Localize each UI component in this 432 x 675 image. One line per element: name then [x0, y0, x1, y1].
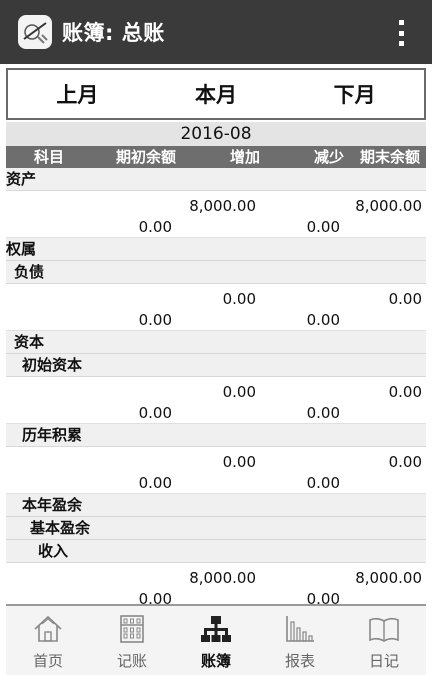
value-begin: 0.00 — [138, 474, 172, 492]
value-decrease: 0.00 — [306, 404, 340, 422]
month-selector: 上月 本月 下月 — [6, 68, 426, 120]
section-liabilities[interactable]: 负债 — [6, 261, 426, 284]
home-icon — [34, 615, 62, 642]
col-subject: 科目 — [34, 148, 65, 166]
nav-diary-label: 日记 — [368, 652, 399, 670]
value-increase: 0.00 — [222, 290, 256, 308]
value-increase: 0.00 — [222, 383, 256, 401]
section-income[interactable]: 收入 — [6, 540, 426, 563]
nav-diary[interactable]: 日记 — [342, 606, 426, 675]
col-end: 期末余额 — [359, 148, 420, 166]
ledger-content[interactable]: 2016-08 科目 期初余额 增加 减少 期末余额 资产 8,000.00 8… — [6, 122, 426, 610]
col-begin: 期初余额 — [115, 148, 176, 166]
hierarchy-icon — [201, 616, 231, 642]
app-bar: 账簿: 总账 — [0, 0, 432, 64]
section-retained[interactable]: 历年积累 — [6, 424, 426, 447]
section-initial-capital[interactable]: 初始资本 — [6, 354, 426, 377]
section-equity[interactable]: 权属 — [6, 238, 426, 261]
app-logo-icon — [18, 15, 52, 49]
table-row: 8,000.00 8,000.00 0.00 0.00 — [6, 563, 426, 610]
table-row: 0.00 0.00 0.00 0.00 — [6, 377, 426, 424]
nav-ledger[interactable]: 账簿 — [174, 606, 258, 675]
value-decrease: 0.00 — [306, 311, 340, 329]
next-month-button[interactable]: 下月 — [285, 70, 424, 118]
nav-ledger-label: 账簿 — [200, 652, 231, 670]
section-basic-surplus[interactable]: 基本盈余 — [6, 517, 426, 540]
value-increase: 8,000.00 — [189, 197, 256, 215]
abacus-icon — [120, 615, 144, 643]
value-begin: 0.00 — [138, 404, 172, 422]
table-row: 8,000.00 8,000.00 0.00 0.00 — [6, 191, 426, 238]
period-label: 2016-08 — [6, 122, 426, 146]
nav-journal-label: 记账 — [116, 652, 147, 670]
nav-report-label: 报表 — [284, 652, 315, 670]
value-end: 0.00 — [388, 290, 422, 308]
nav-journal[interactable]: 记账 — [90, 606, 174, 675]
nav-home-label: 首页 — [32, 652, 63, 670]
value-increase: 0.00 — [222, 453, 256, 471]
value-begin: 0.00 — [138, 218, 172, 236]
app-title: 账簿: 总账 — [62, 21, 165, 45]
nav-report[interactable]: 报表 — [258, 606, 342, 675]
column-header: 科目 期初余额 增加 减少 期末余额 — [6, 146, 426, 168]
bottom-nav: 首页 记账 账簿 报表 日记 — [6, 604, 426, 675]
table-row: 0.00 0.00 0.00 0.00 — [6, 447, 426, 494]
book-icon — [369, 617, 399, 642]
value-begin: 0.00 — [138, 311, 172, 329]
bar-chart-icon — [286, 616, 314, 642]
value-end: 0.00 — [388, 383, 422, 401]
col-decrease: 减少 — [313, 148, 344, 166]
value-end: 8,000.00 — [355, 197, 422, 215]
col-increase: 增加 — [229, 148, 260, 166]
section-capital[interactable]: 资本 — [6, 331, 426, 354]
value-increase: 8,000.00 — [189, 569, 256, 587]
prev-month-button[interactable]: 上月 — [8, 70, 147, 118]
value-end: 8,000.00 — [355, 569, 422, 587]
nav-home[interactable]: 首页 — [6, 606, 90, 675]
table-row: 0.00 0.00 0.00 0.00 — [6, 284, 426, 331]
value-decrease: 0.00 — [306, 474, 340, 492]
value-decrease: 0.00 — [306, 218, 340, 236]
overflow-menu-icon[interactable] — [396, 20, 406, 46]
section-current-surplus[interactable]: 本年盈余 — [6, 494, 426, 517]
value-end: 0.00 — [388, 453, 422, 471]
current-month-button[interactable]: 本月 — [147, 70, 286, 118]
section-assets[interactable]: 资产 — [6, 168, 426, 191]
